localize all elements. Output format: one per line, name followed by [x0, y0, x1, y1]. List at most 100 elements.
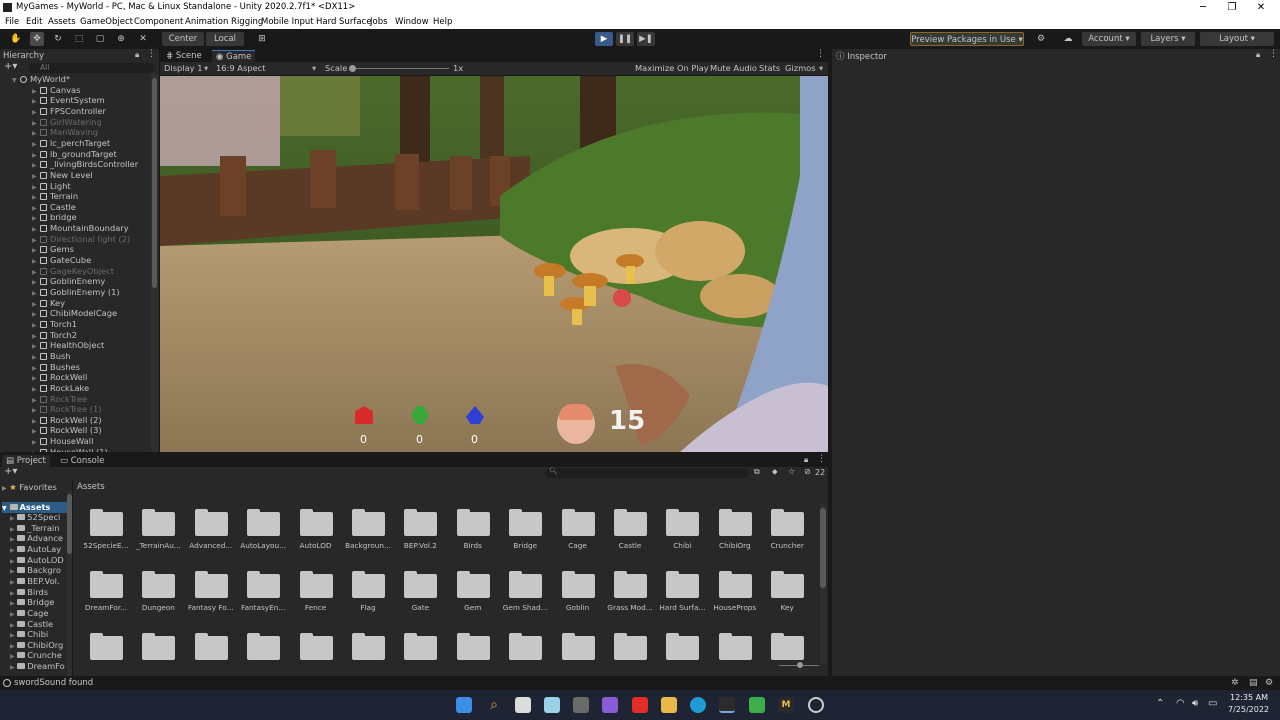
menu-component[interactable]: Component — [134, 15, 183, 29]
layers-dropdown[interactable]: Layers ▾ — [1141, 32, 1195, 46]
visual-studio-icon[interactable] — [602, 697, 618, 713]
display-dropdown[interactable]: Display 1 — [164, 62, 203, 75]
scale-slider[interactable] — [349, 65, 449, 72]
expand-arrow-icon[interactable]: ▶ — [10, 515, 15, 522]
preview-packages-dropdown[interactable]: Preview Packages in Use ▾ — [910, 32, 1024, 46]
hierarchy-item[interactable]: ▶ GoblinEnemy — [32, 276, 159, 287]
expand-arrow-icon[interactable]: ▶ — [10, 664, 15, 671]
custom-tool-icon[interactable]: ✕ — [136, 32, 150, 46]
hierarchy-item[interactable]: ▶ Directional light (2) — [32, 234, 159, 245]
asset-folder[interactable]: Advanced... — [185, 508, 237, 558]
asset-folder[interactable]: _TerrainAu... — [132, 508, 184, 558]
tree-folder-item[interactable]: ▶ Birds — [10, 587, 72, 598]
lock-icon[interactable]: 🔒︎ — [804, 455, 808, 465]
asset-folder[interactable]: Bridge — [499, 508, 551, 558]
game-view[interactable]: 0 0 0 15 — [160, 76, 828, 452]
tree-folder-item[interactable]: ▶ Advance — [10, 533, 72, 544]
asset-folder[interactable] — [499, 632, 551, 676]
project-search-input[interactable]: 🔍︎ — [545, 467, 749, 478]
assets-scrollbar[interactable] — [820, 504, 826, 664]
expand-arrow-icon[interactable]: ▶ — [10, 611, 15, 618]
menu-hard-surface[interactable]: Hard Surface — [316, 15, 371, 29]
menu-jobs[interactable]: Jobs — [370, 15, 388, 29]
pivot-center-button[interactable]: Center — [162, 32, 204, 46]
tree-folder-item[interactable]: ▶ Bridge — [10, 597, 72, 608]
tab-inspector[interactable]: ⓘ Inspector — [836, 50, 887, 62]
tab-scene[interactable]: ⋕ Scene — [162, 50, 206, 62]
tree-scrollbar[interactable] — [67, 490, 72, 676]
asset-folder[interactable]: AutoLayou... — [237, 508, 289, 558]
asset-folder[interactable]: Gem Shad... — [499, 570, 551, 620]
asset-folder[interactable]: DreamFor... — [80, 570, 132, 620]
expand-arrow-icon[interactable]: ▶ — [32, 449, 40, 452]
hierarchy-item[interactable]: ▶ lb_groundTarget — [32, 149, 159, 160]
expand-arrow-icon[interactable]: ▶ — [10, 526, 15, 533]
menu-help[interactable]: Help — [433, 15, 452, 29]
hierarchy-item[interactable]: ▶ HealthObject — [32, 340, 159, 351]
menu-dots-icon[interactable]: ⋮ — [1269, 49, 1278, 59]
asset-folder[interactable] — [761, 632, 813, 676]
asset-folder[interactable]: Fence — [290, 570, 342, 620]
photos-icon[interactable] — [544, 697, 560, 713]
asset-folder[interactable] — [290, 632, 342, 676]
account-dropdown[interactable]: Account ▾ — [1082, 32, 1136, 46]
menu-mobile-input[interactable]: Mobile Input — [261, 15, 314, 29]
filter-type-icon[interactable]: ⧉ — [754, 467, 760, 477]
hierarchy-item[interactable]: ▶ ManWaving — [32, 127, 159, 138]
menu-assets[interactable]: Assets — [48, 15, 76, 29]
tab-game[interactable]: ◉ Game — [212, 50, 256, 62]
layout-dropdown[interactable]: Layout ▾ — [1200, 32, 1274, 46]
scale-tool-icon[interactable]: ⬚ — [72, 32, 86, 46]
youtube-icon[interactable] — [632, 697, 648, 713]
menu-edit[interactable]: Edit — [26, 15, 42, 29]
menu-gameobject[interactable]: GameObject — [80, 15, 133, 29]
hierarchy-item[interactable]: ▶ Key — [32, 298, 159, 309]
hierarchy-item[interactable]: ▶ RockTree — [32, 394, 159, 405]
expand-arrow-icon[interactable]: ▶ — [10, 643, 15, 650]
tree-folder-item[interactable]: ▶ AutoLay — [10, 544, 72, 555]
hierarchy-item[interactable]: ▶ GateCube — [32, 255, 159, 266]
expand-arrow-icon[interactable]: ▶ — [10, 600, 15, 607]
hierarchy-item[interactable]: ▶ Castle — [32, 202, 159, 213]
asset-folder[interactable]: Backgroun... — [342, 508, 394, 558]
rect-tool-icon[interactable]: ▢ — [93, 32, 107, 46]
transform-tool-icon[interactable]: ⊕ — [114, 32, 128, 46]
add-icon[interactable]: +▾ — [4, 61, 17, 72]
hierarchy-item[interactable]: ▶ Torch1 — [32, 319, 159, 330]
breadcrumb[interactable]: Assets — [77, 482, 105, 492]
asset-folder[interactable]: Flag — [342, 570, 394, 620]
maximize-on-play-toggle[interactable]: Maximize On Play — [635, 62, 709, 75]
hierarchy-item[interactable]: ▶ FPSController — [32, 106, 159, 117]
add-icon[interactable]: +▾ — [4, 466, 17, 477]
lock-icon[interactable]: 🔒︎ — [135, 50, 139, 60]
asset-folder[interactable]: AutoLOD — [290, 508, 342, 558]
tree-folder-item[interactable]: ▶ AutoLOD — [10, 555, 72, 566]
asset-folder[interactable]: Hard Surfa... — [656, 570, 708, 620]
expand-arrow-icon[interactable]: ▶ — [10, 536, 15, 543]
asset-folder[interactable]: Cage — [552, 508, 604, 558]
expand-arrow-icon[interactable]: ▶ — [10, 547, 15, 554]
tree-folder-item[interactable]: ▶ DreamFo — [10, 661, 72, 672]
minimize-button[interactable]: ─ — [1187, 0, 1219, 15]
cloud-icon[interactable]: ☁ — [1061, 32, 1075, 46]
hierarchy-item[interactable]: ▶ Bushes — [32, 362, 159, 373]
hierarchy-item[interactable]: ▶ RockWell (2) — [32, 415, 159, 426]
asset-folder[interactable] — [132, 632, 184, 676]
hierarchy-scrollbar[interactable] — [151, 74, 158, 452]
clock-date[interactable]: 7/25/2022 — [1228, 705, 1269, 714]
expand-arrow-icon[interactable]: ▶ — [10, 622, 15, 629]
hierarchy-item[interactable]: ▶ GirlWatering — [32, 117, 159, 128]
gizmos-dropdown[interactable]: Gizmos — [785, 62, 816, 75]
hierarchy-item[interactable]: ▶ Bush — [32, 351, 159, 362]
expand-arrow-icon[interactable]: ▶ — [10, 653, 15, 660]
asset-folder[interactable]: Goblin — [552, 570, 604, 620]
play-button[interactable]: ▶ — [595, 32, 613, 46]
expand-arrow-icon[interactable]: ▶ — [10, 558, 15, 565]
tree-folder-item[interactable]: ▶ Backgro — [10, 565, 72, 576]
asset-folder[interactable] — [342, 632, 394, 676]
hierarchy-item[interactable]: ▶ HouseWall — [32, 436, 159, 447]
menu-file[interactable]: File — [5, 15, 19, 29]
hierarchy-item[interactable]: ▶ RockWell — [32, 372, 159, 383]
asset-folder[interactable] — [604, 632, 656, 676]
expand-arrow-icon[interactable]: ▶ — [10, 568, 15, 575]
